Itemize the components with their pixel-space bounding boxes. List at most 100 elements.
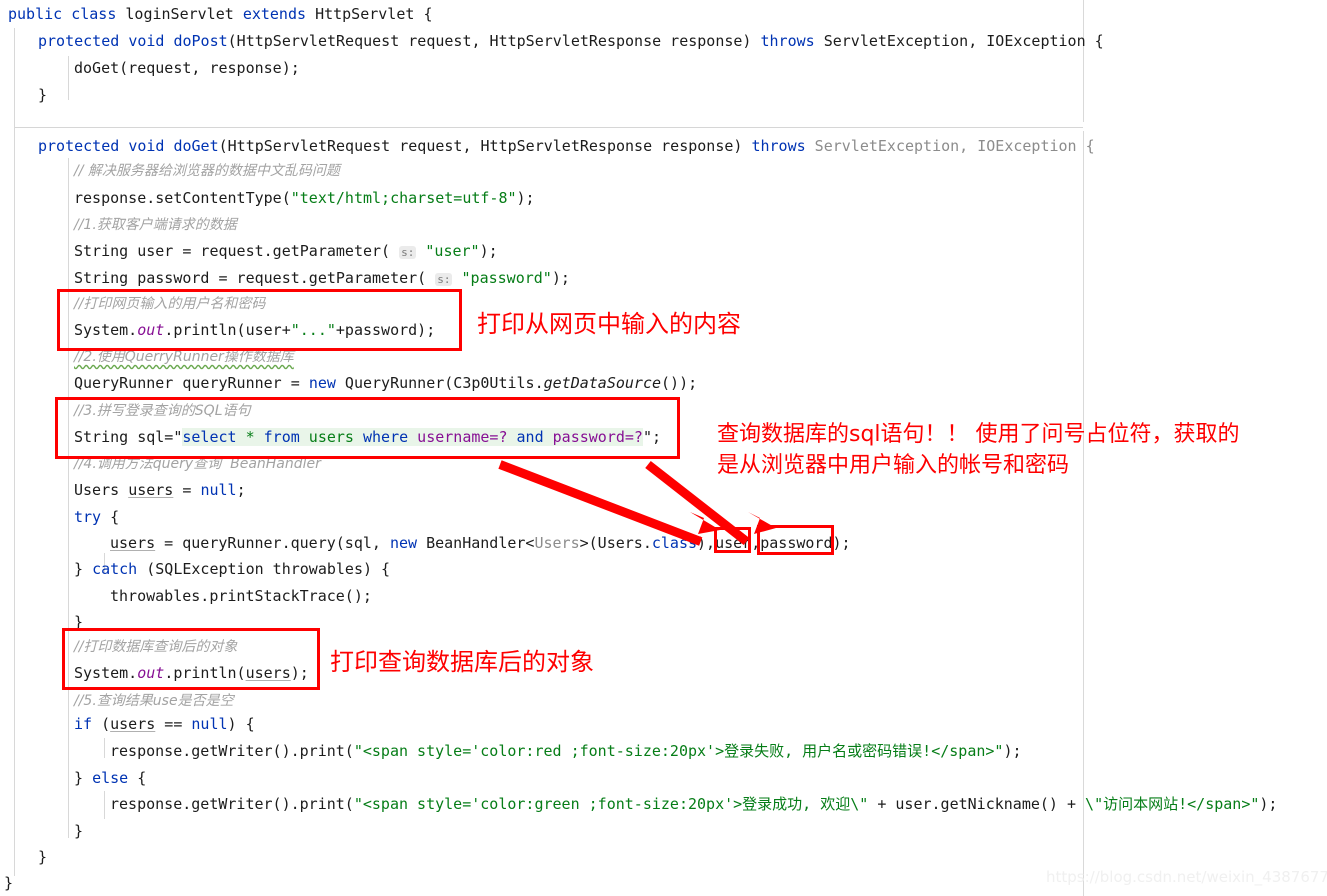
token-sql-post: "; [642,428,662,446]
code-line-close-class: } [4,874,13,892]
token-getpwd-string: "password" [461,269,552,287]
token-extends: extends [242,5,307,23]
code-comment-encoding: // 解决服务器给浏览器的数据中文乱码问题 [74,162,340,180]
token-qr-c: ()); [661,374,698,392]
token-close-else: } [74,822,84,840]
token-class-name: loginServlet [125,5,234,23]
token-sql-table: users [299,428,363,446]
token-catch-b: (SQLException throwables) { [137,560,391,578]
token-if-a: ( [92,715,111,733]
token-query-generic: Users [534,534,580,552]
code-line-dopost-signature: protected void doPost(HttpServletRequest… [38,32,1104,50]
token-query-new: new [389,534,418,552]
token-void: void [128,32,165,50]
code-line-users-decl: Users users = null; [74,481,246,499]
token-sql-password: password=? [543,428,643,446]
code-line-doget-signature: protected void doGet(HttpServletRequest … [38,137,1095,155]
token-else-a: } [74,769,93,787]
token-query-a: = queryRunner.query(sql, [155,534,390,552]
token-throws: throws [760,32,815,50]
token-query-class: class [651,534,698,552]
token-comment-5: //5.查询结果use是否是空 [74,693,234,709]
code-screenshot: public class loginServlet extends HttpSe… [0,0,1327,896]
token-comment-print-object: //打印数据库查询后的对象 [74,639,238,655]
code-line-get-password: String password = request.getParameter( … [74,269,570,289]
code-comment-2: //2.使用QuerryRunner操作数据库 [74,348,294,366]
token-sysout-b: .println(user+ [164,321,291,339]
csdn-watermark: https://blog.csdn.net/weixin_43876778 [1046,868,1327,886]
token-sysout-out: out [137,321,165,339]
token-fail-string: "<span style='color:red ;font-size:20px'… [353,742,1004,760]
token-open-brace: { [423,5,433,23]
code-line-sql: String sql="select * from users where us… [74,428,661,446]
token-getpwd-post: ); [551,269,570,287]
token-if-c: ) { [227,715,255,733]
token-query-users: users [110,534,156,552]
token-ok-expression: user.getNickname() [895,795,1058,813]
code-comment-print-object: //打印数据库查询后的对象 [74,638,237,656]
token-public: public [8,5,63,23]
token-doget-params: (HttpServletRequest request, HttpServlet… [218,137,752,155]
token-comment-print-input: //打印网页输入的用户名和密码 [74,296,266,312]
code-line-queryrunner: QueryRunner queryRunner = new QueryRunne… [74,374,697,392]
token-qr-a: QueryRunner queryRunner = [74,374,309,392]
token-catch-a: } [74,560,93,578]
code-editor-content[interactable]: public class loginServlet extends HttpSe… [0,0,1327,896]
token-sql-star: * [236,428,264,446]
code-comment-print-input: //打印网页输入的用户名和密码 [74,295,265,313]
token-ok-mid-1: + [868,795,896,813]
token-comment-4: //4.调用方法query查询 BeanHandler [74,456,321,472]
token-setct-string: "text/html;charset=utf-8" [290,189,517,207]
token-ok-pre: response.getWriter().print( [110,795,354,813]
token-users-null: null [200,481,237,499]
token-users-var: users [128,481,174,499]
token-if-b: == [155,715,192,733]
token-sysout-c: +password); [335,321,436,339]
token-ok-string-2: \"访问本网站!</span>" [1085,795,1260,813]
token-comment-encoding: // 解决服务器给浏览器的数据中文乱码问题 [74,163,340,179]
code-line-get-user: String user = request.getParameter( s: "… [74,242,498,262]
token-protected: protected [38,32,120,50]
token-method-doget: doGet [173,137,219,155]
code-comment-5: //5.查询结果use是否是空 [74,692,234,710]
token-fail-pre: response.getWriter().print( [110,742,354,760]
token-ok-string-1: "<span style='color:green ;font-size:20p… [353,795,869,813]
token-sysout-string: "..." [290,321,336,339]
token-sysout2-a: System. [74,664,138,682]
token-comment-2: //2.使用QuerryRunner操作数据库 [74,349,294,365]
token-getpwd-pre: String password = request.getParameter( [74,269,436,287]
token-if-users: users [110,715,156,733]
token-void-2: void [128,137,165,155]
code-line-printstacktrace: throwables.printStackTrace(); [110,587,372,605]
token-query-arg-user: user [715,534,752,552]
token-else: else [92,769,129,787]
token-if-null: null [191,715,228,733]
code-line-doget-call: doGet(request, response); [74,59,300,77]
token-sysout2-arg: users [245,664,291,682]
code-comment-1: //1.获取客户端请求的数据 [74,216,237,234]
code-comment-3: //3.拼写登录查询的SQL语句 [74,402,251,420]
code-line-close-catch: } [74,613,83,631]
token-query-comma: , [751,534,761,552]
token-users-semi: ; [236,481,246,499]
token-getuser-string: "user" [425,242,480,260]
token-query-b: BeanHandler< [417,534,535,552]
code-line-println-users: System.out.println(users); [74,664,309,682]
token-setct-post: ); [516,189,535,207]
token-qr-new: new [308,374,336,392]
token-dopost-exceptions: ServletException, IOException { [814,32,1104,50]
code-comment-4: //4.调用方法query查询 BeanHandler [74,455,321,473]
token-getuser-post: ); [479,242,498,260]
token-close-doget: } [38,848,48,866]
token-ok-mid-2: + [1057,795,1086,813]
token-sql-select: select [182,428,237,446]
token-setct-pre: response.setContentType( [74,189,291,207]
code-line-login-fail: response.getWriter().print("<span style=… [110,742,1022,760]
code-line-catch: } catch (SQLException throwables) { [74,560,390,578]
token-query-e: ); [832,534,851,552]
token-superclass: HttpServlet [315,5,415,23]
token-doget-call: doGet(request, response); [74,59,300,77]
code-line-println-input: System.out.println(user+"..."+password); [74,321,435,339]
token-sql-where: where [363,428,409,446]
token-printstacktrace: throwables.printStackTrace(); [110,587,372,605]
